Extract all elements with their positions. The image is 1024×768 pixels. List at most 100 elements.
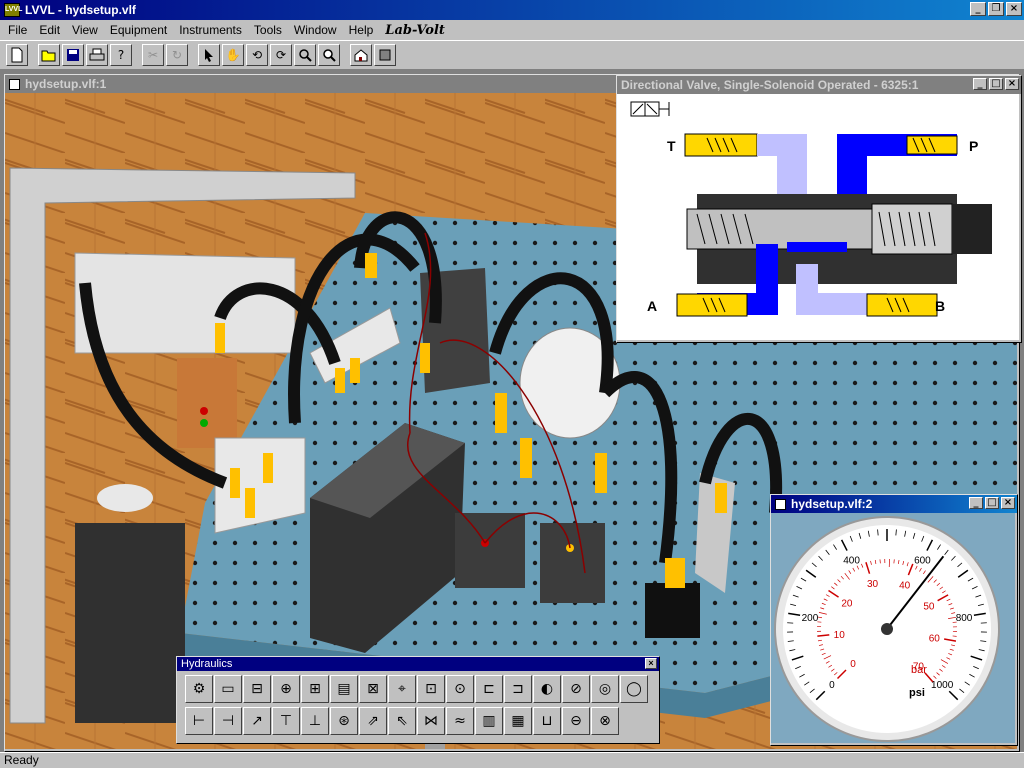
palette-row2-component-button[interactable]: ⇖ xyxy=(388,707,416,735)
hydraulic-symbol-icon: ⊐ xyxy=(512,681,524,697)
menu-instruments[interactable]: Instruments xyxy=(173,23,248,37)
bar-tick-label: 60 xyxy=(929,633,941,644)
port-b-fitting xyxy=(866,293,938,317)
palette-row1-component-button[interactable]: ⊠ xyxy=(359,675,387,703)
book-button[interactable] xyxy=(374,44,396,66)
hydraulic-symbol-icon: ⊟ xyxy=(251,681,263,697)
palette-row1-component-button[interactable]: ⊕ xyxy=(272,675,300,703)
gauge-close-button[interactable]: × xyxy=(1001,497,1015,509)
palette-row1-component-button[interactable]: ⊏ xyxy=(475,675,503,703)
gauge-title: hydsetup.vlf:2 xyxy=(791,497,873,511)
gauge-title-bar[interactable]: hydsetup.vlf:2 _ □ × xyxy=(771,495,1017,513)
valve-minimize-button[interactable]: _ xyxy=(973,78,987,90)
motor-start-button[interactable] xyxy=(200,419,208,427)
valve-close-button[interactable]: × xyxy=(1005,78,1019,90)
valve-maximize-button[interactable]: □ xyxy=(989,78,1003,90)
palette-row1-component-button[interactable]: ◯ xyxy=(620,675,648,703)
palette-row1-component-button[interactable]: ▤ xyxy=(330,675,358,703)
port-p-label: P xyxy=(969,138,978,154)
valve-title-bar[interactable]: Directional Valve, Single-Solenoid Opera… xyxy=(617,76,1021,94)
palette-row2-component-button[interactable]: ▥ xyxy=(475,707,503,735)
redo-button[interactable]: ↻ xyxy=(166,44,188,66)
palette-row2-component-button[interactable]: ⋈ xyxy=(417,707,445,735)
gauge-window[interactable]: hydsetup.vlf:2 _ □ × 0 200 400 600 800 1000 0 1… xyxy=(770,494,1018,746)
minimize-button[interactable]: _ xyxy=(970,2,986,16)
save-button[interactable] xyxy=(62,44,84,66)
valve-window[interactable]: Directional Valve, Single-Solenoid Opera… xyxy=(616,75,1022,343)
control-module-2[interactable] xyxy=(540,523,605,603)
palette-row1-component-button[interactable]: ⊘ xyxy=(562,675,590,703)
palette-row2-component-button[interactable]: ⊢ xyxy=(185,707,213,735)
palette-row2-component-button[interactable]: ⊖ xyxy=(562,707,590,735)
restore-button[interactable]: ❐ xyxy=(988,2,1004,16)
palette-row1-component-button[interactable]: ⊟ xyxy=(243,675,271,703)
control-module-1[interactable] xyxy=(455,513,525,588)
turn-button[interactable]: ⟳ xyxy=(270,44,292,66)
open-button[interactable] xyxy=(38,44,60,66)
gauge-maximize-button[interactable]: □ xyxy=(985,497,999,509)
help-icon: ? xyxy=(117,48,125,62)
palette-row2-component-button[interactable]: ≈ xyxy=(446,707,474,735)
print-button[interactable] xyxy=(86,44,108,66)
filler-cap xyxy=(97,484,153,512)
zoom-button[interactable] xyxy=(294,44,316,66)
new-button[interactable] xyxy=(6,44,28,66)
palette-title-bar[interactable]: Hydraulics × xyxy=(177,657,659,671)
psi-tick-label: 0 xyxy=(829,680,835,691)
gauge-minimize-button[interactable]: _ xyxy=(969,497,983,509)
palette-row1-component-button[interactable]: ⌖ xyxy=(388,675,416,703)
menu-window[interactable]: Window xyxy=(288,23,343,37)
palette-row-1: ⚙ ▭ ⊟ ⊕ ⊞ ▤ ⊠ ⌖ ⊡ ⊙ ⊏ ⊐ ◐ ⊘ ◎ ◯ xyxy=(177,675,659,703)
palette-row2-component-button[interactable]: ⊔ xyxy=(533,707,561,735)
menu-equipment[interactable]: Equipment xyxy=(104,23,173,37)
rotate-button[interactable]: ⟲ xyxy=(246,44,268,66)
hydraulic-symbol-icon: ⊛ xyxy=(338,713,350,729)
palette-row2-component-button[interactable]: ⊣ xyxy=(214,707,242,735)
menu-edit[interactable]: Edit xyxy=(33,23,66,37)
palette-row1-component-button[interactable]: ▭ xyxy=(214,675,242,703)
bar-tick-label: 50 xyxy=(923,602,935,613)
hydraulic-symbol-icon: ⊖ xyxy=(570,713,582,729)
menu-help[interactable]: Help xyxy=(343,23,380,37)
palette-row1-component-button[interactable]: ⚙ xyxy=(185,675,213,703)
palette-row2-component-button[interactable]: ↗ xyxy=(243,707,271,735)
palette-row1-component-button[interactable]: ⊐ xyxy=(504,675,532,703)
menu-tools[interactable]: Tools xyxy=(248,23,288,37)
bar-tick-label: 20 xyxy=(841,599,853,610)
palette-row1-component-button[interactable]: ⊙ xyxy=(446,675,474,703)
close-button[interactable]: × xyxy=(1006,2,1022,16)
palette-row2-component-button[interactable]: ⊗ xyxy=(591,707,619,735)
hydraulic-symbol-icon: ⊥ xyxy=(308,713,322,729)
menu-bar: File Edit View Equipment Instruments Too… xyxy=(0,20,1024,40)
menu-file[interactable]: File xyxy=(2,23,33,37)
app-title-bar[interactable]: LVVL LVVL - hydsetup.vlf _ ❐ × xyxy=(0,0,1024,20)
palette-row1-component-button[interactable]: ◎ xyxy=(591,675,619,703)
palette-row1-component-button[interactable]: ⊡ xyxy=(417,675,445,703)
palette-row2-component-button[interactable]: ⊥ xyxy=(301,707,329,735)
home-icon xyxy=(354,49,368,62)
scene-title: hydsetup.vlf:1 xyxy=(25,77,107,91)
cylinder-end xyxy=(645,583,700,638)
motor-stop-button[interactable] xyxy=(200,407,208,415)
palette-row2-component-button[interactable]: ⊛ xyxy=(330,707,358,735)
palette-close-button[interactable]: × xyxy=(645,658,657,669)
status-text: Ready xyxy=(4,753,39,767)
hydraulic-symbol-icon: ⊔ xyxy=(541,713,553,729)
hand-icon: ✋ xyxy=(225,48,241,62)
menu-view[interactable]: View xyxy=(66,23,104,37)
cut-button[interactable]: ✂ xyxy=(142,44,164,66)
palette-row2-component-button[interactable]: ▦ xyxy=(504,707,532,735)
zoom-fit-button[interactable] xyxy=(318,44,340,66)
hydraulics-palette[interactable]: Hydraulics × ⚙ ▭ ⊟ ⊕ ⊞ ▤ ⊠ ⌖ ⊡ ⊙ ⊏ ⊐ ◐ ⊘ ◎ ◯ ⊢ ⊣ ↗ ⊤ ⊥ ⊛ ⇗ ⇖ ⋈ ≈… xyxy=(176,656,660,744)
bar-tick-label: 40 xyxy=(899,580,911,591)
pointer-button[interactable] xyxy=(198,44,220,66)
palette-row1-component-button[interactable]: ⊞ xyxy=(301,675,329,703)
hydraulic-symbol-icon: ⊏ xyxy=(483,681,495,697)
palette-row2-component-button[interactable]: ⊤ xyxy=(272,707,300,735)
hydraulic-symbol-icon: ⊤ xyxy=(279,713,293,729)
palette-row1-component-button[interactable]: ◐ xyxy=(533,675,561,703)
home-button[interactable] xyxy=(350,44,372,66)
palette-row2-component-button[interactable]: ⇗ xyxy=(359,707,387,735)
hand-button[interactable]: ✋ xyxy=(222,44,244,66)
help-button[interactable]: ? xyxy=(110,44,132,66)
